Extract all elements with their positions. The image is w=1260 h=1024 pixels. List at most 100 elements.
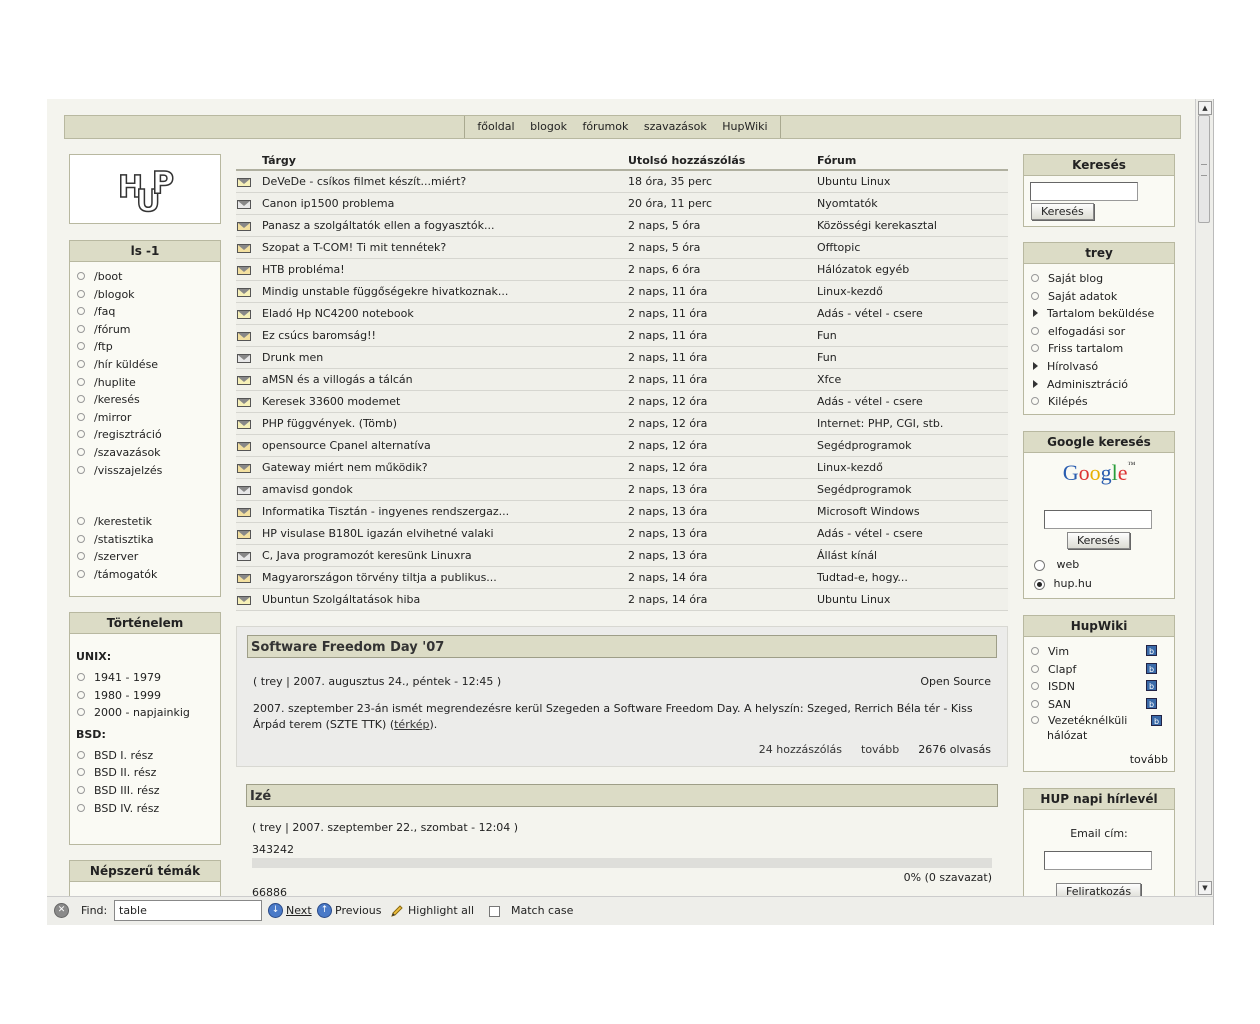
user-menu-item[interactable]: Tartalom beküldése — [1031, 305, 1174, 323]
table-row[interactable]: Gateway miért nem működik? 2 naps, 12 óra… — [236, 456, 1008, 479]
table-row[interactable]: PHP függvények. (Tömb) 2 naps, 12 óra Inte… — [236, 412, 1008, 435]
forum-name-link[interactable]: Fun — [817, 324, 1008, 347]
ls-link[interactable]: /hír küldése — [77, 356, 220, 374]
table-row[interactable]: DeVeDe - csíkos filmet készít...miért? 18… — [236, 170, 1008, 193]
table-row[interactable]: Mindig unstable függőségekre hivatkoznak… — [236, 280, 1008, 303]
ls-link[interactable]: /szerver — [77, 548, 220, 566]
topic-subject-link[interactable]: amavisd gondok — [262, 478, 628, 501]
user-menu-item[interactable]: Kilépés — [1031, 393, 1174, 411]
bsd-history-link[interactable]: BSD III. rész — [77, 782, 220, 800]
ls-link[interactable]: /fórum — [77, 321, 220, 339]
story-title[interactable]: Software Freedom Day '07 — [247, 635, 997, 658]
hupwiki-item[interactable]: SAN b — [1031, 696, 1157, 714]
forum-name-link[interactable]: Hálózatok egyéb — [817, 258, 1008, 281]
radio-web[interactable] — [1034, 559, 1045, 571]
ls-link[interactable]: /kerestetik — [77, 513, 220, 531]
ls-link[interactable]: /keresés — [77, 391, 220, 409]
table-row[interactable]: HP visulase B180L igazán elvihetné valak… — [236, 522, 1008, 545]
topic-subject-link[interactable]: Ubuntun Szolgáltatások hiba — [262, 588, 628, 611]
topic-subject-link[interactable]: Ez csúcs baromság!! — [262, 324, 628, 347]
table-row[interactable]: Informatika Tisztán - ingyenes rendszerg… — [236, 500, 1008, 523]
find-previous-button[interactable]: Previous — [335, 897, 382, 925]
table-row[interactable]: Keresek 33600 modemet 2 naps, 12 óra Adás … — [236, 390, 1008, 413]
ls-link[interactable]: /blogok — [77, 286, 220, 304]
forum-name-link[interactable]: Offtopic — [817, 236, 1008, 259]
hupwiki-item[interactable]: Clapf b — [1031, 661, 1157, 679]
table-row[interactable]: Ez csúcs baromság!! 2 naps, 11 óra Fun — [236, 324, 1008, 347]
forum-name-link[interactable]: Ubuntu Linux — [817, 170, 1008, 193]
map-link[interactable]: térkép — [394, 718, 429, 731]
topic-subject-link[interactable]: Gateway miért nem működik? — [262, 456, 628, 479]
nav-link-blogok[interactable]: blogok — [530, 120, 567, 133]
bsd-history-link[interactable]: BSD I. rész — [77, 747, 220, 765]
last-post-column-header[interactable]: Utolsó hozzászólás — [628, 151, 817, 171]
google-search-button[interactable]: Keresés — [1067, 532, 1130, 549]
topic-subject-link[interactable]: Drunk men — [262, 346, 628, 369]
match-case-label[interactable]: Match case — [511, 897, 573, 925]
unix-history-link[interactable]: 1941 - 1979 — [77, 669, 220, 687]
topic-subject-link[interactable]: Keresek 33600 modemet — [262, 390, 628, 413]
radio-site[interactable] — [1034, 578, 1045, 590]
email-input[interactable] — [1044, 851, 1152, 870]
hupwiki-item[interactable]: Vim b — [1031, 643, 1157, 661]
ls-link[interactable]: /boot — [77, 268, 220, 286]
story-category-link[interactable]: Open Source — [920, 675, 991, 688]
topic-subject-link[interactable]: Magyarországon törvény tiltja a publikus… — [262, 566, 628, 589]
close-findbar-icon[interactable]: ✕ — [54, 903, 69, 918]
user-menu-item[interactable]: Hírolvasó — [1031, 358, 1174, 376]
subject-column-header[interactable]: Tárgy — [262, 151, 628, 171]
forum-name-link[interactable]: Ubuntu Linux — [817, 588, 1008, 611]
nav-link-szavazasok[interactable]: szavazások — [644, 120, 707, 133]
ls-link[interactable]: /mirror — [77, 409, 220, 427]
wiki-book-icon[interactable]: b — [1146, 662, 1157, 674]
topic-subject-link[interactable]: Panasz a szolgáltatók ellen a fogyasztók… — [262, 214, 628, 237]
topic-subject-link[interactable]: Mindig unstable függőségekre hivatkoznak… — [262, 280, 628, 303]
wiki-book-icon[interactable]: b — [1146, 645, 1157, 656]
table-row[interactable]: amavisd gondok 2 naps, 13 óra Segédprogram… — [236, 478, 1008, 501]
forum-name-link[interactable]: Internet: PHP, CGI, stb. — [817, 412, 1008, 435]
ls-link[interactable]: /támogatók — [77, 566, 220, 584]
find-previous-icon[interactable]: ↑ — [317, 903, 332, 918]
nav-link-hupwiki[interactable]: HupWiki — [722, 120, 767, 133]
forum-column-header[interactable]: Fórum — [817, 151, 1008, 171]
bsd-history-link[interactable]: BSD IV. rész — [77, 800, 220, 818]
wiki-book-icon[interactable]: b — [1151, 715, 1162, 727]
wiki-book-icon[interactable]: b — [1146, 680, 1157, 692]
scroll-down-arrow-icon[interactable]: ▼ — [1198, 881, 1212, 895]
table-row[interactable]: aMSN és a villogás a tálcán 2 naps, 11 ór… — [236, 368, 1008, 391]
topic-subject-link[interactable]: opensource Cpanel alternatíva — [262, 434, 628, 457]
wiki-book-icon[interactable]: b — [1146, 697, 1157, 709]
forum-name-link[interactable]: Xfce — [817, 368, 1008, 391]
user-menu-item[interactable]: Saját adatok — [1031, 288, 1174, 306]
read-more-link[interactable]: tovább — [861, 743, 899, 756]
forum-name-link[interactable]: Állást kínál — [817, 544, 1008, 567]
scroll-up-arrow-icon[interactable]: ▲ — [1198, 101, 1212, 115]
forum-name-link[interactable]: Adás - vétel - csere — [817, 390, 1008, 413]
forum-name-link[interactable]: Fun — [817, 346, 1008, 369]
table-row[interactable]: Szopat a T-COM! Ti mit tennétek? 2 naps, … — [236, 236, 1008, 259]
ls-link[interactable]: /visszajelzés — [77, 462, 220, 480]
find-input[interactable]: table — [114, 900, 262, 921]
user-menu-item[interactable]: Adminisztráció — [1031, 376, 1174, 394]
vertical-scrollbar[interactable]: ▲ ▼ — [1195, 99, 1213, 896]
comments-link[interactable]: 24 hozzászólás — [759, 743, 842, 756]
topic-subject-link[interactable]: Eladó Hp NC4200 notebook — [262, 302, 628, 325]
find-next-button[interactable]: Next — [286, 897, 312, 925]
match-case-checkbox[interactable] — [489, 906, 500, 917]
topic-subject-link[interactable]: C, Java programozót keresünk Linuxra — [262, 544, 628, 567]
topic-subject-link[interactable]: Informatika Tisztán - ingyenes rendszerg… — [262, 500, 628, 523]
topic-subject-link[interactable]: Szopat a T-COM! Ti mit tennétek? — [262, 236, 628, 259]
topic-subject-link[interactable]: HTB probléma! — [262, 258, 628, 281]
forum-name-link[interactable]: Nyomtatók — [817, 192, 1008, 215]
bsd-history-link[interactable]: BSD II. rész — [77, 764, 220, 782]
table-row[interactable]: HTB probléma! 2 naps, 6 óra Hálózatok egyé… — [236, 258, 1008, 281]
forum-name-link[interactable]: Tudtad-e, hogy... — [817, 566, 1008, 589]
topic-subject-link[interactable]: DeVeDe - csíkos filmet készít...miért? — [262, 170, 628, 193]
forum-name-link[interactable]: Közösségi kerekasztal — [817, 214, 1008, 237]
poll-title[interactable]: Izé — [246, 784, 998, 807]
radio-site-option[interactable]: hup.hu — [1034, 577, 1092, 591]
google-search-input[interactable] — [1044, 510, 1152, 529]
ls-link[interactable]: /statisztika — [77, 531, 220, 549]
forum-name-link[interactable]: Adás - vétel - csere — [817, 302, 1008, 325]
nav-link-fooldal[interactable]: főoldal — [477, 120, 514, 133]
